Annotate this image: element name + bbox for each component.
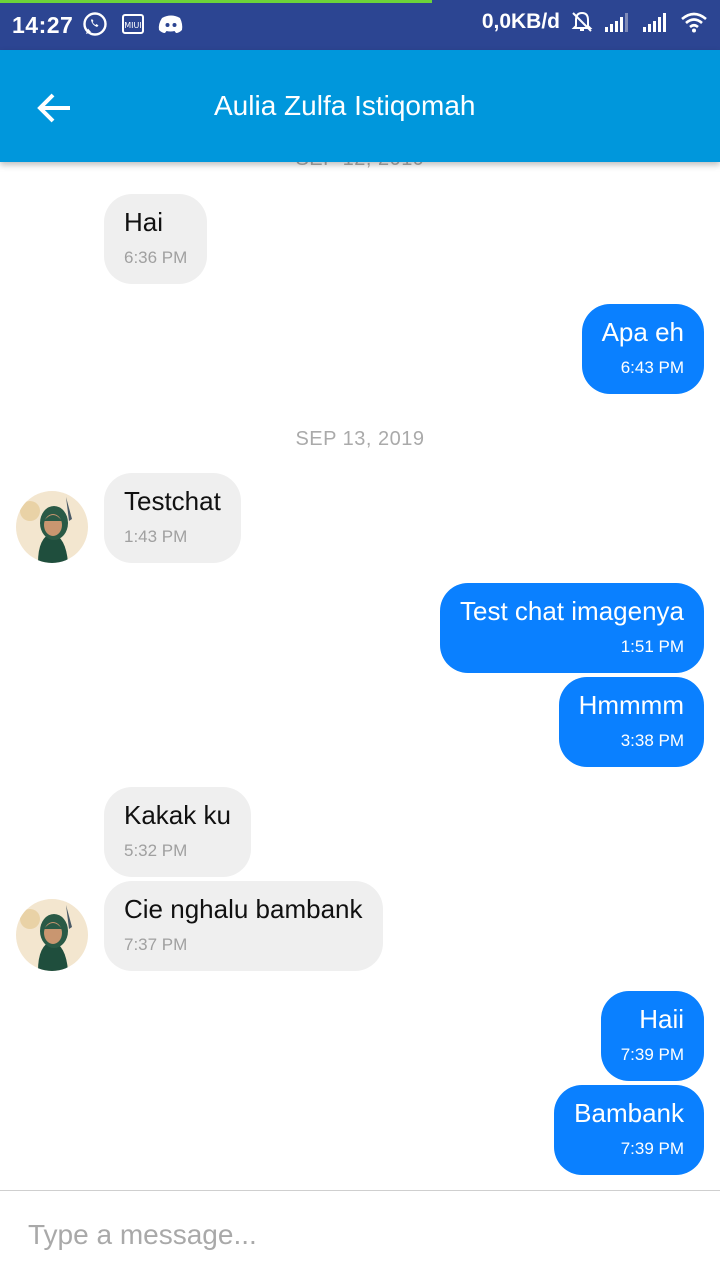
message-time: 7:37 PM [124, 935, 188, 954]
incoming-message[interactable]: Kakak ku 5:32 PM [104, 787, 251, 877]
outgoing-message[interactable]: Haii 7:39 PM [600, 991, 704, 1081]
incoming-message[interactable]: Hai 6:36 PM [104, 194, 208, 284]
chat-title: Aulia Zulfa Istiqomah [214, 90, 476, 121]
message-list[interactable]: SEP 12, 2019 Hai 6:36 PM Apa eh 6:43 PM … [0, 162, 720, 1190]
message-text: Bambank [574, 1098, 684, 1128]
message-time: 1:43 PM [124, 527, 188, 546]
outgoing-message[interactable]: Bambank 7:39 PM [554, 1085, 704, 1175]
composer-bar [0, 1190, 720, 1280]
avatar[interactable] [16, 491, 88, 563]
avatar[interactable] [16, 899, 88, 971]
outgoing-message[interactable]: Test chat imagenya 1:51 PM [439, 583, 704, 673]
message-time: 5:32 PM [124, 841, 188, 860]
mute-bell-icon [570, 10, 594, 34]
arrow-left-icon [36, 92, 72, 124]
message-text: Kakak ku [124, 800, 231, 830]
signal-icon [642, 11, 670, 33]
incoming-message[interactable]: Cie nghalu bambank 7:37 PM [104, 881, 383, 971]
message-time: 3:38 PM [620, 731, 684, 750]
wifi-icon [680, 11, 708, 33]
miui-icon: MIUI [122, 14, 144, 34]
outgoing-message[interactable]: Apa eh 6:43 PM [581, 304, 704, 394]
message-time: 1:51 PM [620, 637, 684, 656]
message-time: 6:36 PM [124, 248, 188, 267]
message-text: Test chat imagenya [459, 596, 684, 626]
status-time: 14:27 [12, 12, 74, 38]
app-bar: Aulia Zulfa Istiqomah [0, 50, 720, 162]
message-text: Hmmmm [578, 690, 684, 720]
svg-text:MIUI: MIUI [124, 21, 141, 30]
loading-progress [0, 0, 432, 3]
status-bar: 14:27 MIUI 0,0KB/d [0, 0, 720, 50]
message-input[interactable] [28, 1213, 688, 1257]
message-time: 7:39 PM [620, 1139, 684, 1158]
outgoing-message[interactable]: Hmmmm 3:38 PM [558, 677, 704, 767]
message-text: Cie nghalu bambank [124, 894, 363, 924]
message-time: 6:43 PM [620, 358, 684, 377]
incoming-message[interactable]: Testchat 1:43 PM [104, 473, 241, 563]
signal-icon [604, 11, 632, 33]
date-separator: SEP 13, 2019 [295, 428, 425, 450]
message-time: 7:39 PM [620, 1045, 684, 1064]
back-button[interactable] [22, 76, 86, 140]
network-speed: 0,0KB/d [481, 10, 560, 33]
message-text: Hai [124, 207, 164, 237]
message-text: Apa eh [601, 317, 684, 347]
whatsapp-icon [82, 11, 108, 37]
message-text: Haii [639, 1004, 684, 1034]
message-text: Testchat [124, 486, 221, 516]
date-separator: SEP 12, 2019 [0, 162, 720, 171]
discord-icon [158, 13, 184, 35]
